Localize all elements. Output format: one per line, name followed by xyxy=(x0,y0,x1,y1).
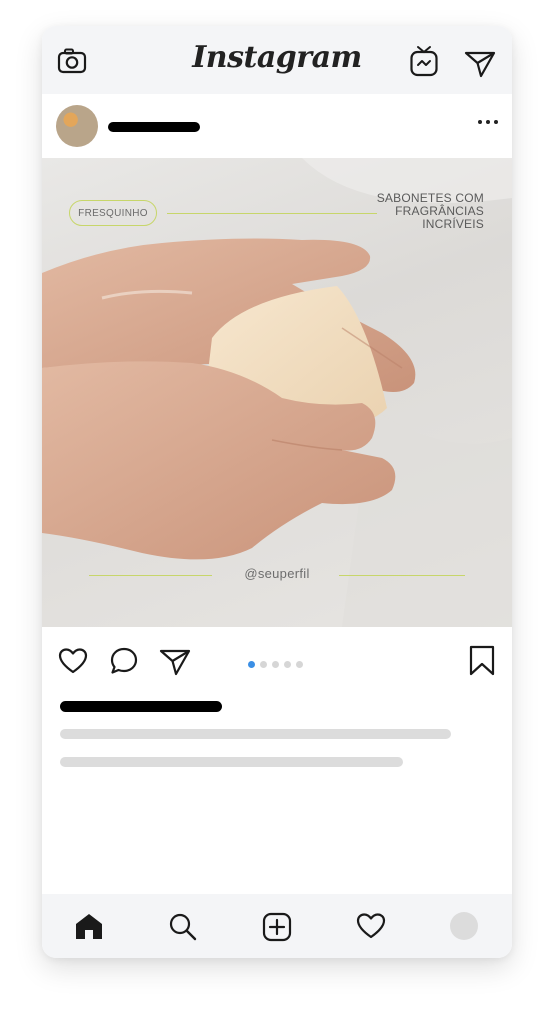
carousel-dot xyxy=(284,661,291,668)
caption-placeholder-line xyxy=(60,729,451,739)
tag-pill: FRESQUINHO xyxy=(69,200,157,226)
carousel-dot xyxy=(260,661,267,668)
more-dots-icon[interactable] xyxy=(478,120,498,124)
post-image[interactable]: FRESQUINHO SABONETES COM FRAGRÂNCIAS INC… xyxy=(42,158,512,627)
paper-plane-icon[interactable] xyxy=(464,50,496,83)
comment-icon[interactable] xyxy=(109,646,139,681)
avatar[interactable] xyxy=(56,105,98,147)
share-paper-plane-icon[interactable] xyxy=(159,648,191,681)
bookmark-icon[interactable] xyxy=(468,645,496,682)
profile-handle: @seuperfil xyxy=(244,566,310,581)
username-placeholder[interactable] xyxy=(108,122,200,132)
post-headline: SABONETES COM FRAGRÂNCIAS INCRÍVEIS xyxy=(376,191,484,231)
carousel-dot xyxy=(296,661,303,668)
search-icon[interactable] xyxy=(168,912,198,947)
post-header xyxy=(42,94,512,158)
app-logo: Instagram xyxy=(192,40,362,75)
add-post-icon[interactable] xyxy=(262,912,292,947)
top-bar: Instagram xyxy=(42,26,512,94)
phone-frame: Instagram FRESQUINHO SABONETES COM FRAGR… xyxy=(42,26,512,958)
bottom-nav xyxy=(42,894,512,958)
heart-icon[interactable] xyxy=(58,647,88,680)
carousel-indicator xyxy=(248,661,303,668)
carousel-dot xyxy=(272,661,279,668)
likes-placeholder xyxy=(60,701,222,712)
caption-placeholder-line xyxy=(60,757,403,767)
carousel-dot xyxy=(248,661,255,668)
handle-divider-right xyxy=(339,575,465,576)
profile-avatar[interactable] xyxy=(450,912,478,940)
igtv-icon[interactable] xyxy=(409,44,439,83)
post-actions xyxy=(42,627,512,697)
activity-heart-icon[interactable] xyxy=(356,912,386,945)
home-icon[interactable] xyxy=(74,912,104,945)
